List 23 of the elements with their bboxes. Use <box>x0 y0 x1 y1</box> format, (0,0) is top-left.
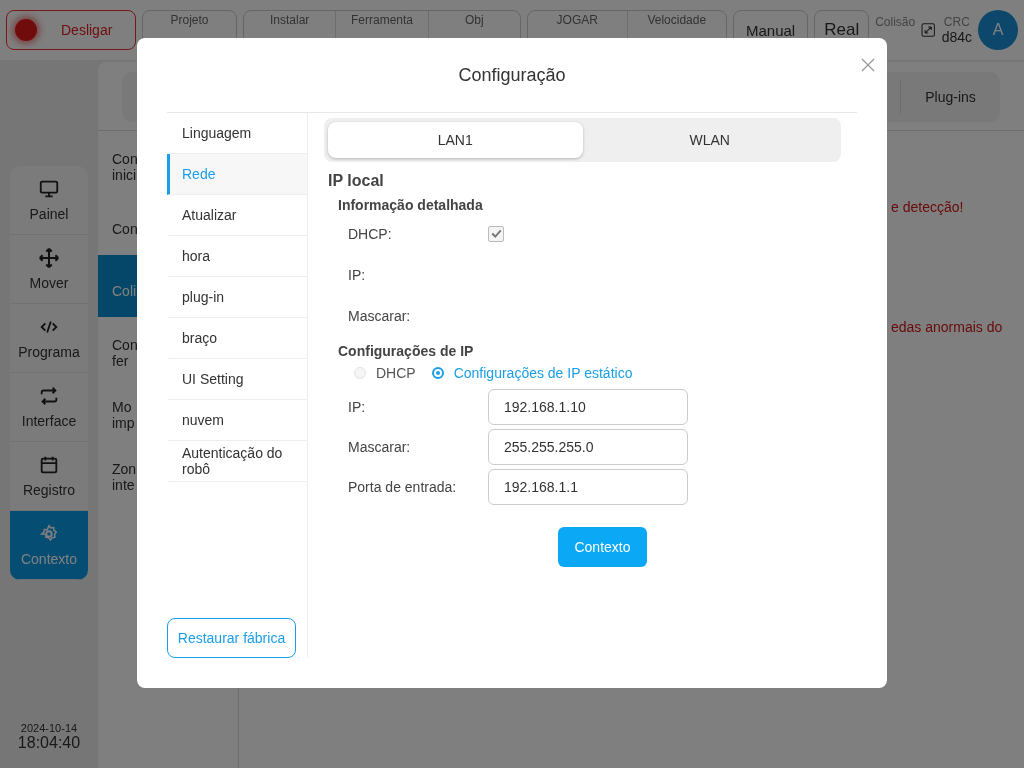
collision-label: Colisão <box>875 15 916 29</box>
field-label: Porta de entrada: <box>348 479 458 495</box>
warning-message: e detecção! <box>891 199 965 215</box>
status-label: Instalar <box>270 13 310 27</box>
status-label: Projeto <box>170 13 209 27</box>
crc-label: CRC <box>943 15 970 29</box>
field-label: IP: <box>348 266 367 283</box>
status-label: Velocidade <box>647 13 707 27</box>
field-label: IP: <box>348 399 367 415</box>
time-text: 18:04:40 <box>17 734 81 752</box>
dialog-title: Configuração <box>458 64 566 86</box>
crc-value: d84c <box>941 29 972 45</box>
section-title: IP local <box>328 172 385 190</box>
field-label: Mascarar: <box>348 439 412 455</box>
date-text: 2024-10-14 <box>20 722 78 734</box>
subsection-title: Configurações de IP <box>338 343 475 359</box>
status-label: Ferramenta <box>350 13 413 27</box>
warning-message: edas anormais do <box>891 319 1003 335</box>
field-label: DHCP: <box>348 225 393 242</box>
status-label: JOGAR <box>556 13 598 27</box>
field-label: Mascarar: <box>348 307 412 324</box>
subsection-title: Informação detalhada <box>338 197 484 213</box>
status-label: Obj <box>464 13 484 27</box>
